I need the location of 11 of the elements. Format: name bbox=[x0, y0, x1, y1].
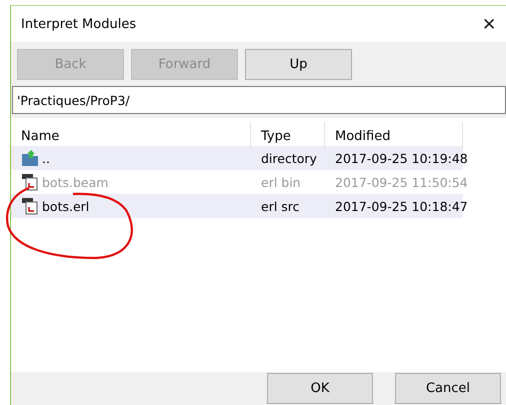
window-title: Interpret Modules bbox=[21, 16, 136, 32]
file-name-cell[interactable]: bots.erl bbox=[11, 197, 251, 215]
type-cell-text: erl bin bbox=[260, 174, 302, 190]
toolbar-button[interactable]: Up bbox=[245, 49, 352, 80]
type-cell-text: directory bbox=[260, 150, 318, 166]
close-button[interactable]: ✕ bbox=[482, 14, 496, 34]
type-cell-text: erl src bbox=[260, 198, 301, 214]
dialog-button[interactable]: Cancel bbox=[395, 373, 501, 404]
path-field[interactable]: 'Practiques/ProP3/ bbox=[12, 86, 506, 114]
dialog-button[interactable]: OK bbox=[267, 373, 373, 404]
file-name-cell[interactable]: .. bbox=[11, 149, 251, 167]
